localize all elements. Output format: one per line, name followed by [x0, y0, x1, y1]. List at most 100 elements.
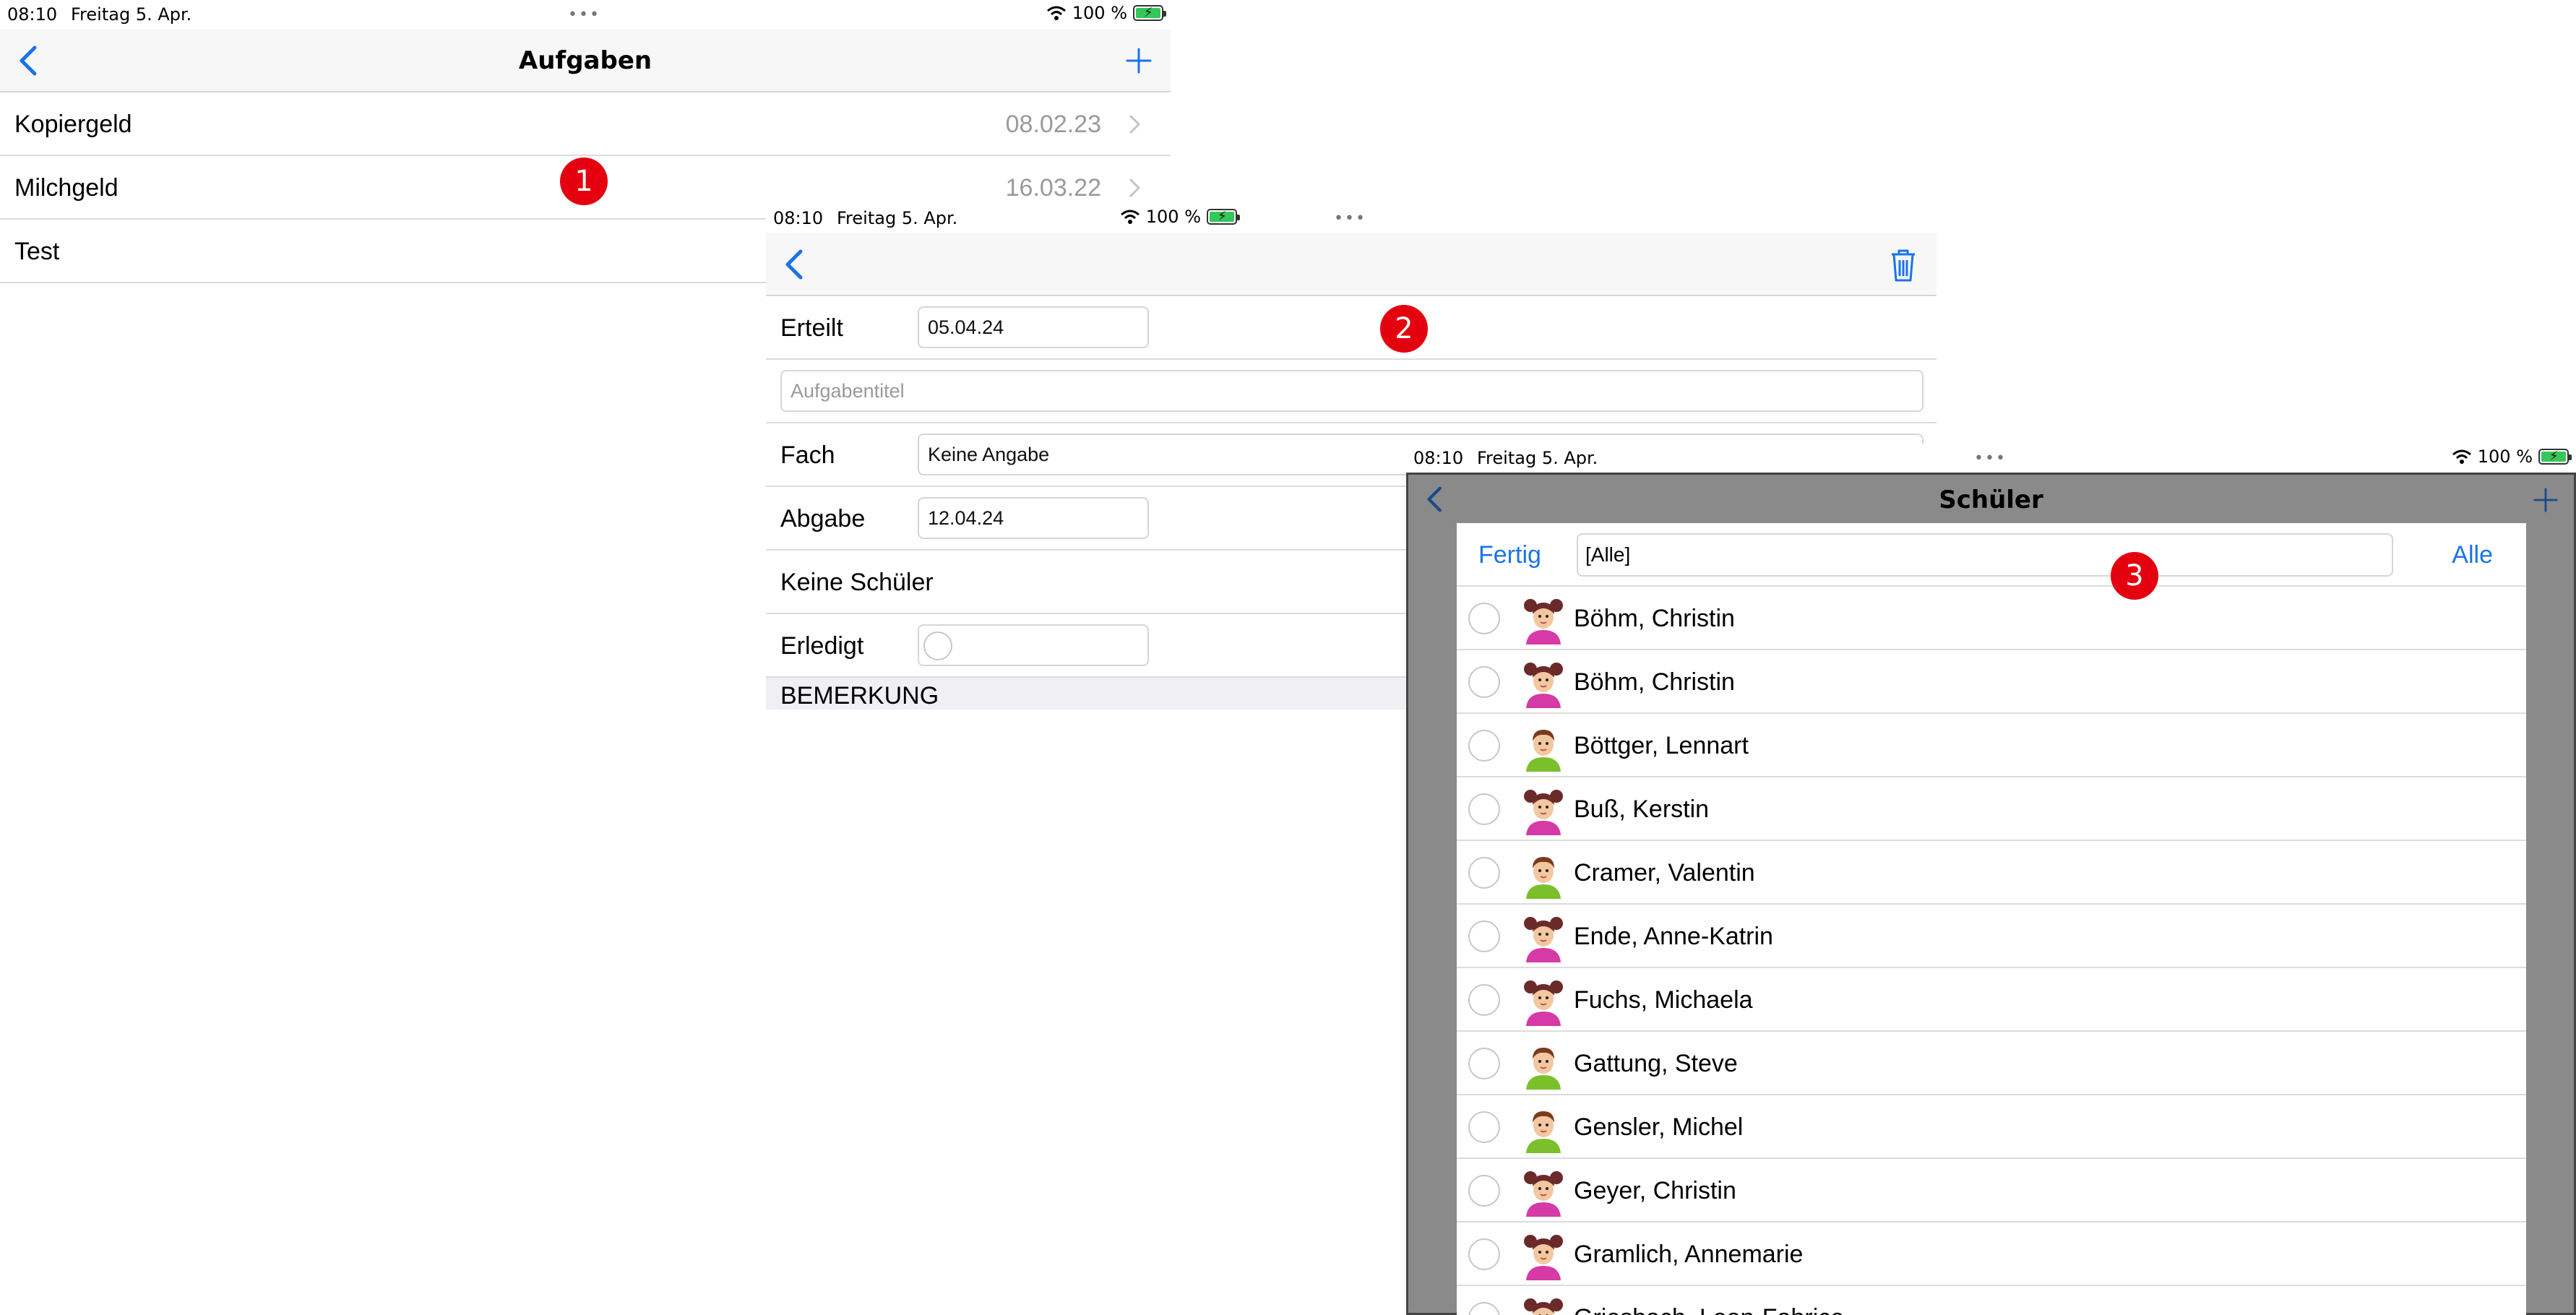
- done-button[interactable]: Fertig: [1478, 523, 1541, 587]
- student-name: Böhm, Christin: [1574, 668, 1735, 696]
- student-name: Gramlich, Annemarie: [1574, 1241, 1804, 1268]
- student-name: Fuchs, Michaela: [1574, 986, 1753, 1014]
- avatar-girl-icon: [1520, 1165, 1567, 1217]
- select-radio[interactable]: [1468, 730, 1500, 762]
- battery-icon: ⚡: [1207, 209, 1240, 225]
- student-row[interactable]: Böttger, Lennart: [1457, 714, 2526, 777]
- battery-percent: 100 %: [1145, 207, 1201, 227]
- task-label: Milchgeld: [14, 174, 119, 202]
- status-date: Freitag 5. Apr.: [1477, 448, 1598, 468]
- battery-icon: ⚡: [1133, 5, 1166, 21]
- plus-icon[interactable]: [2532, 486, 2559, 514]
- avatar-girl-icon: [1520, 1292, 1567, 1315]
- multitasking-dots-icon[interactable]: •••: [1974, 449, 2007, 467]
- student-row[interactable]: Gensler, Michel: [1457, 1095, 2526, 1159]
- student-name: Cramer, Valentin: [1574, 859, 1755, 887]
- select-radio[interactable]: [1468, 920, 1500, 952]
- select-radio[interactable]: [1468, 1302, 1500, 1315]
- aufgabentitel-input[interactable]: Aufgabentitel: [780, 370, 1924, 412]
- select-radio[interactable]: [1468, 857, 1500, 889]
- student-name: Griesbach, Leon-Fabrice: [1574, 1286, 1844, 1315]
- student-row[interactable]: Böhm, Christin: [1457, 650, 2526, 714]
- avatar-boy-icon: [1520, 847, 1567, 899]
- title-row: Aufgabentitel: [766, 360, 1937, 423]
- student-name: Gensler, Michel: [1574, 1113, 1744, 1141]
- student-name: Geyer, Christin: [1574, 1177, 1736, 1204]
- select-radio[interactable]: [1468, 603, 1500, 634]
- schueler-label: Keine Schüler: [780, 569, 934, 596]
- erteilt-label: Erteilt: [780, 314, 843, 342]
- status-bar: 08:10 Freitag 5. Apr. ••• 100 % ⚡: [0, 0, 1171, 29]
- status-bar: 08:10 Freitag 5. Apr. ••• 100 % ⚡: [1406, 444, 2576, 473]
- avatar-girl-icon: [1520, 910, 1567, 962]
- step-badge: 1: [560, 158, 608, 205]
- avatar-girl-icon: [1520, 1228, 1567, 1280]
- avatar-boy-icon: [1520, 1101, 1567, 1153]
- student-name: Böhm, Christin: [1574, 605, 1735, 632]
- select-radio[interactable]: [1468, 1175, 1500, 1207]
- student-row[interactable]: Griesbach, Leon-Fabrice: [1457, 1286, 2526, 1315]
- battery-icon: ⚡: [2538, 449, 2572, 465]
- student-row[interactable]: Geyer, Christin: [1457, 1159, 2526, 1223]
- student-row[interactable]: Böhm, Christin: [1457, 587, 2526, 650]
- abgabe-date-field[interactable]: 12.04.24: [918, 497, 1149, 539]
- picker-toolbar: Fertig [Alle] Alle: [1457, 523, 2526, 587]
- select-radio[interactable]: [1468, 666, 1500, 698]
- student-list: Böhm, Christin Böhm, Christin Böttger, Len…: [1457, 587, 2526, 1315]
- select-radio[interactable]: [1468, 793, 1500, 825]
- nav-bar: Schüler: [1408, 475, 2574, 525]
- chevron-right-icon: [1129, 114, 1141, 134]
- avatar-girl-icon: [1520, 656, 1567, 708]
- student-row[interactable]: Ende, Anne-Katrin: [1457, 905, 2526, 968]
- page-title: Aufgaben: [518, 46, 652, 75]
- filter-input[interactable]: [Alle]: [1577, 533, 2393, 577]
- list-item-task[interactable]: Kopiergeld 08.02.23: [0, 92, 1171, 156]
- task-label: Kopiergeld: [14, 111, 132, 138]
- select-radio[interactable]: [1468, 1238, 1500, 1270]
- modal-area: Schüler Fertig [Alle] Alle Böhm, Christi…: [1406, 473, 2576, 1315]
- select-radio[interactable]: [1468, 1111, 1500, 1143]
- student-name: Ende, Anne-Katrin: [1574, 923, 1773, 950]
- battery-percent: 100 %: [2477, 447, 2533, 467]
- status-date: Freitag 5. Apr.: [71, 4, 192, 25]
- erledigt-checkbox[interactable]: [923, 631, 952, 660]
- erteilt-date-field[interactable]: 05.04.24: [918, 306, 1149, 348]
- avatar-girl-icon: [1520, 974, 1567, 1026]
- nav-bar: Aufgaben: [0, 29, 1171, 92]
- student-row[interactable]: Gattung, Steve: [1457, 1032, 2526, 1095]
- status-time: 08:10: [1413, 448, 1464, 468]
- wifi-icon: [2452, 449, 2471, 464]
- status-time: 08:10: [7, 4, 58, 25]
- student-picker-sheet: Fertig [Alle] Alle Böhm, Christin Böhm, C…: [1457, 523, 2526, 1315]
- student-name: Buß, Kerstin: [1574, 796, 1710, 823]
- select-radio[interactable]: [1468, 1048, 1500, 1079]
- trash-icon[interactable]: [1887, 247, 1919, 283]
- avatar-girl-icon: [1520, 783, 1567, 835]
- page-title: Schüler: [1939, 486, 2043, 514]
- erledigt-toggle-field[interactable]: [918, 624, 1149, 666]
- back-chevron-icon[interactable]: [780, 249, 809, 280]
- chevron-right-icon: [1129, 178, 1141, 198]
- multitasking-dots-icon[interactable]: •••: [568, 6, 600, 24]
- avatar-boy-icon: [1520, 1038, 1567, 1090]
- status-time: 08:10: [773, 208, 824, 228]
- select-radio[interactable]: [1468, 984, 1500, 1016]
- step-badge: 2: [1380, 305, 1428, 353]
- task-date: 08.02.23: [1005, 111, 1101, 138]
- wifi-icon: [1120, 210, 1140, 224]
- select-all-button[interactable]: Alle: [2452, 523, 2493, 587]
- multitasking-dots-icon[interactable]: •••: [1334, 210, 1366, 228]
- task-label: Test: [14, 238, 60, 265]
- status-bar: 08:10 Freitag 5. Apr. ••• 100 % ⚡: [766, 204, 1937, 233]
- student-row[interactable]: Fuchs, Michaela: [1457, 968, 2526, 1032]
- step-badge: 3: [2111, 552, 2158, 600]
- student-row[interactable]: Cramer, Valentin: [1457, 841, 2526, 905]
- student-row[interactable]: Buß, Kerstin: [1457, 777, 2526, 841]
- avatar-boy-icon: [1520, 720, 1567, 772]
- student-name: Gattung, Steve: [1574, 1050, 1738, 1077]
- abgabe-label: Abgabe: [780, 505, 866, 533]
- avatar-girl-icon: [1520, 592, 1567, 644]
- student-row[interactable]: Gramlich, Annemarie: [1457, 1223, 2526, 1286]
- plus-icon[interactable]: [1124, 46, 1153, 75]
- erledigt-label: Erledigt: [780, 632, 864, 660]
